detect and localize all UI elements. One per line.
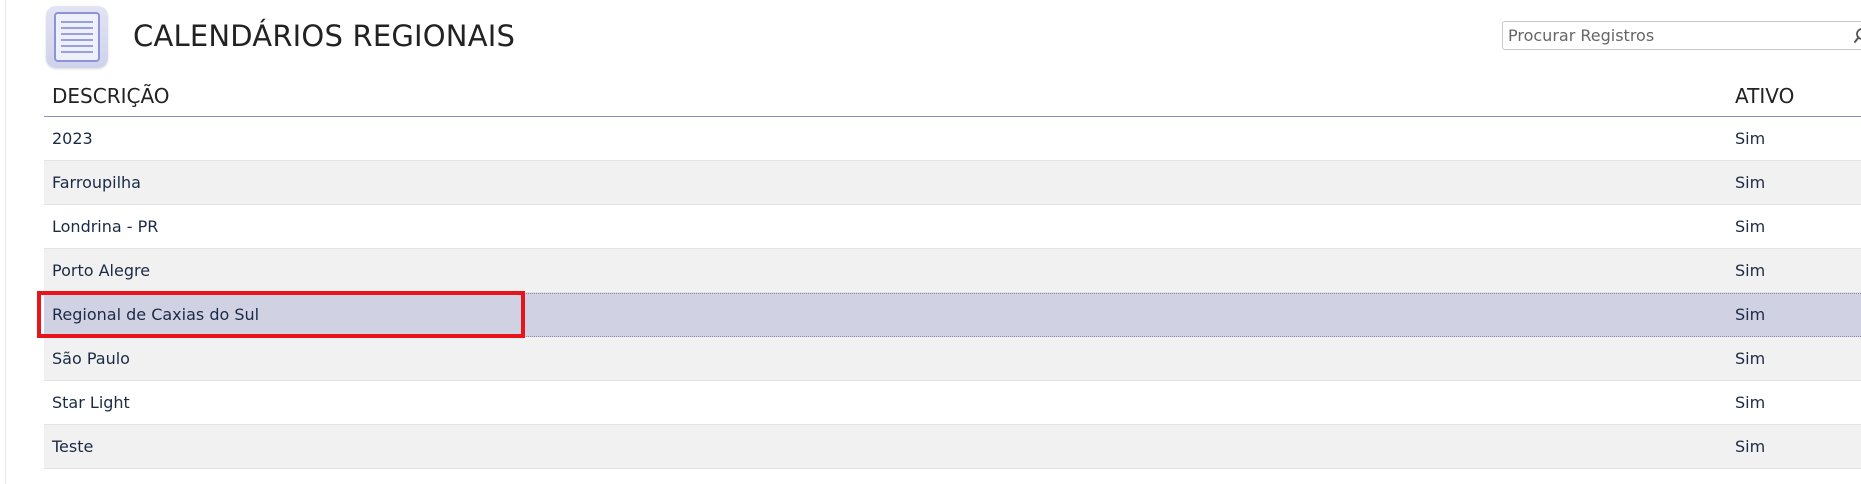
row-ativo: Sim <box>1735 437 1766 456</box>
table-row[interactable]: Londrina - PR Sim <box>44 205 1861 249</box>
calendarios-page: CALENDÁRIOS REGIONAIS DESCRIÇÃO ATIVO 20… <box>0 0 1861 484</box>
column-header-descricao[interactable]: DESCRIÇÃO <box>52 84 170 108</box>
search-icon[interactable] <box>1853 27 1861 45</box>
row-descricao: Star Light <box>52 393 130 412</box>
calendars-table: DESCRIÇÃO ATIVO 2023 Sim Farroupilha Sim… <box>44 74 1861 469</box>
row-ativo: Sim <box>1735 129 1766 148</box>
page-title: CALENDÁRIOS REGIONAIS <box>133 19 516 53</box>
table-row[interactable]: 2023 Sim <box>44 117 1861 161</box>
row-ativo: Sim <box>1735 393 1766 412</box>
row-descricao: Regional de Caxias do Sul <box>52 305 260 324</box>
row-ativo: Sim <box>1735 305 1766 324</box>
table-row-selected[interactable]: Regional de Caxias do Sul Sim <box>44 293 1861 337</box>
row-ativo: Sim <box>1735 173 1766 192</box>
table-row[interactable]: Farroupilha Sim <box>44 161 1861 205</box>
list-document-icon <box>46 6 108 68</box>
search-field[interactable] <box>1502 21 1861 50</box>
table-row[interactable]: São Paulo Sim <box>44 337 1861 381</box>
table-row[interactable]: Porto Alegre Sim <box>44 249 1861 293</box>
table-header: DESCRIÇÃO ATIVO <box>44 74 1861 117</box>
left-divider <box>5 0 6 484</box>
column-header-ativo[interactable]: ATIVO <box>1735 84 1794 108</box>
row-descricao: Porto Alegre <box>52 261 151 280</box>
row-ativo: Sim <box>1735 261 1766 280</box>
row-descricao: São Paulo <box>52 349 130 368</box>
table-row[interactable]: Teste Sim <box>44 425 1861 469</box>
row-ativo: Sim <box>1735 217 1766 236</box>
row-ativo: Sim <box>1735 349 1766 368</box>
table-row[interactable]: Star Light Sim <box>44 381 1861 425</box>
search-input[interactable] <box>1503 22 1858 49</box>
row-descricao: Farroupilha <box>52 173 141 192</box>
row-descricao: Teste <box>52 437 94 456</box>
row-descricao: Londrina - PR <box>52 217 159 236</box>
row-descricao: 2023 <box>52 129 93 148</box>
